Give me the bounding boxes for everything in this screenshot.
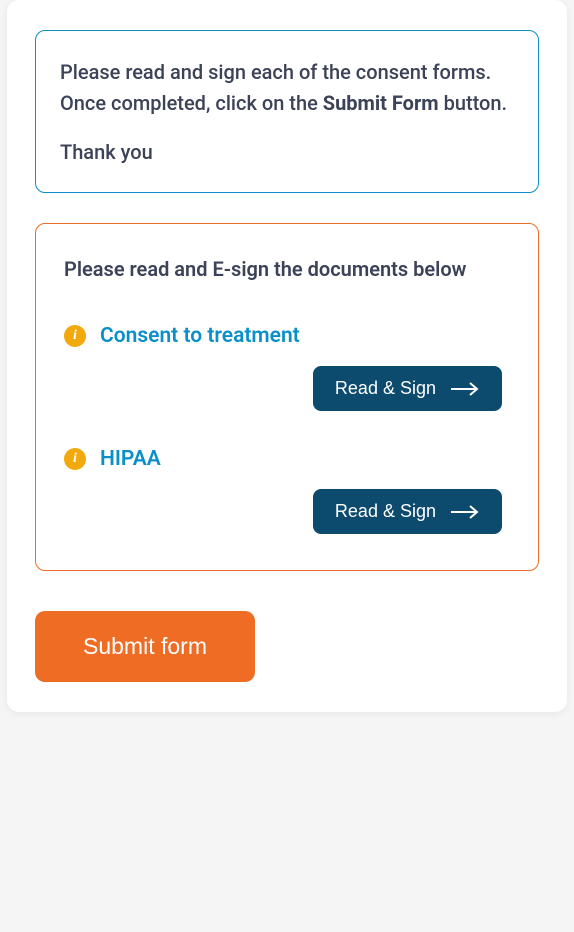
document-link-hipaa[interactable]: HIPAA <box>100 447 161 471</box>
thank-you-text: Thank you <box>60 137 514 168</box>
document-row: i HIPAA <box>64 447 510 471</box>
read-sign-row: Read & Sign <box>64 366 510 411</box>
instructions-text: Please read and sign each of the consent… <box>60 57 514 119</box>
esign-box: Please read and E-sign the documents bel… <box>35 223 539 571</box>
esign-heading: Please read and E-sign the documents bel… <box>64 254 510 284</box>
read-sign-button[interactable]: Read & Sign <box>313 366 502 411</box>
instructions-box: Please read and sign each of the consent… <box>35 30 539 193</box>
submit-form-label: Submit form <box>83 633 207 659</box>
submit-form-button[interactable]: Submit form <box>35 611 255 682</box>
read-sign-label: Read & Sign <box>335 378 436 399</box>
read-sign-button[interactable]: Read & Sign <box>313 489 502 534</box>
instructions-post: button. <box>439 91 507 115</box>
arrow-right-icon <box>450 382 480 396</box>
info-icon: i <box>64 325 86 347</box>
read-sign-row: Read & Sign <box>64 489 510 534</box>
info-icon: i <box>64 448 86 470</box>
document-link-consent[interactable]: Consent to treatment <box>100 324 300 348</box>
instructions-bold: Submit Form <box>323 91 439 115</box>
read-sign-label: Read & Sign <box>335 501 436 522</box>
arrow-right-icon <box>450 505 480 519</box>
document-row: i Consent to treatment <box>64 324 510 348</box>
consent-forms-card: Please read and sign each of the consent… <box>7 0 567 712</box>
